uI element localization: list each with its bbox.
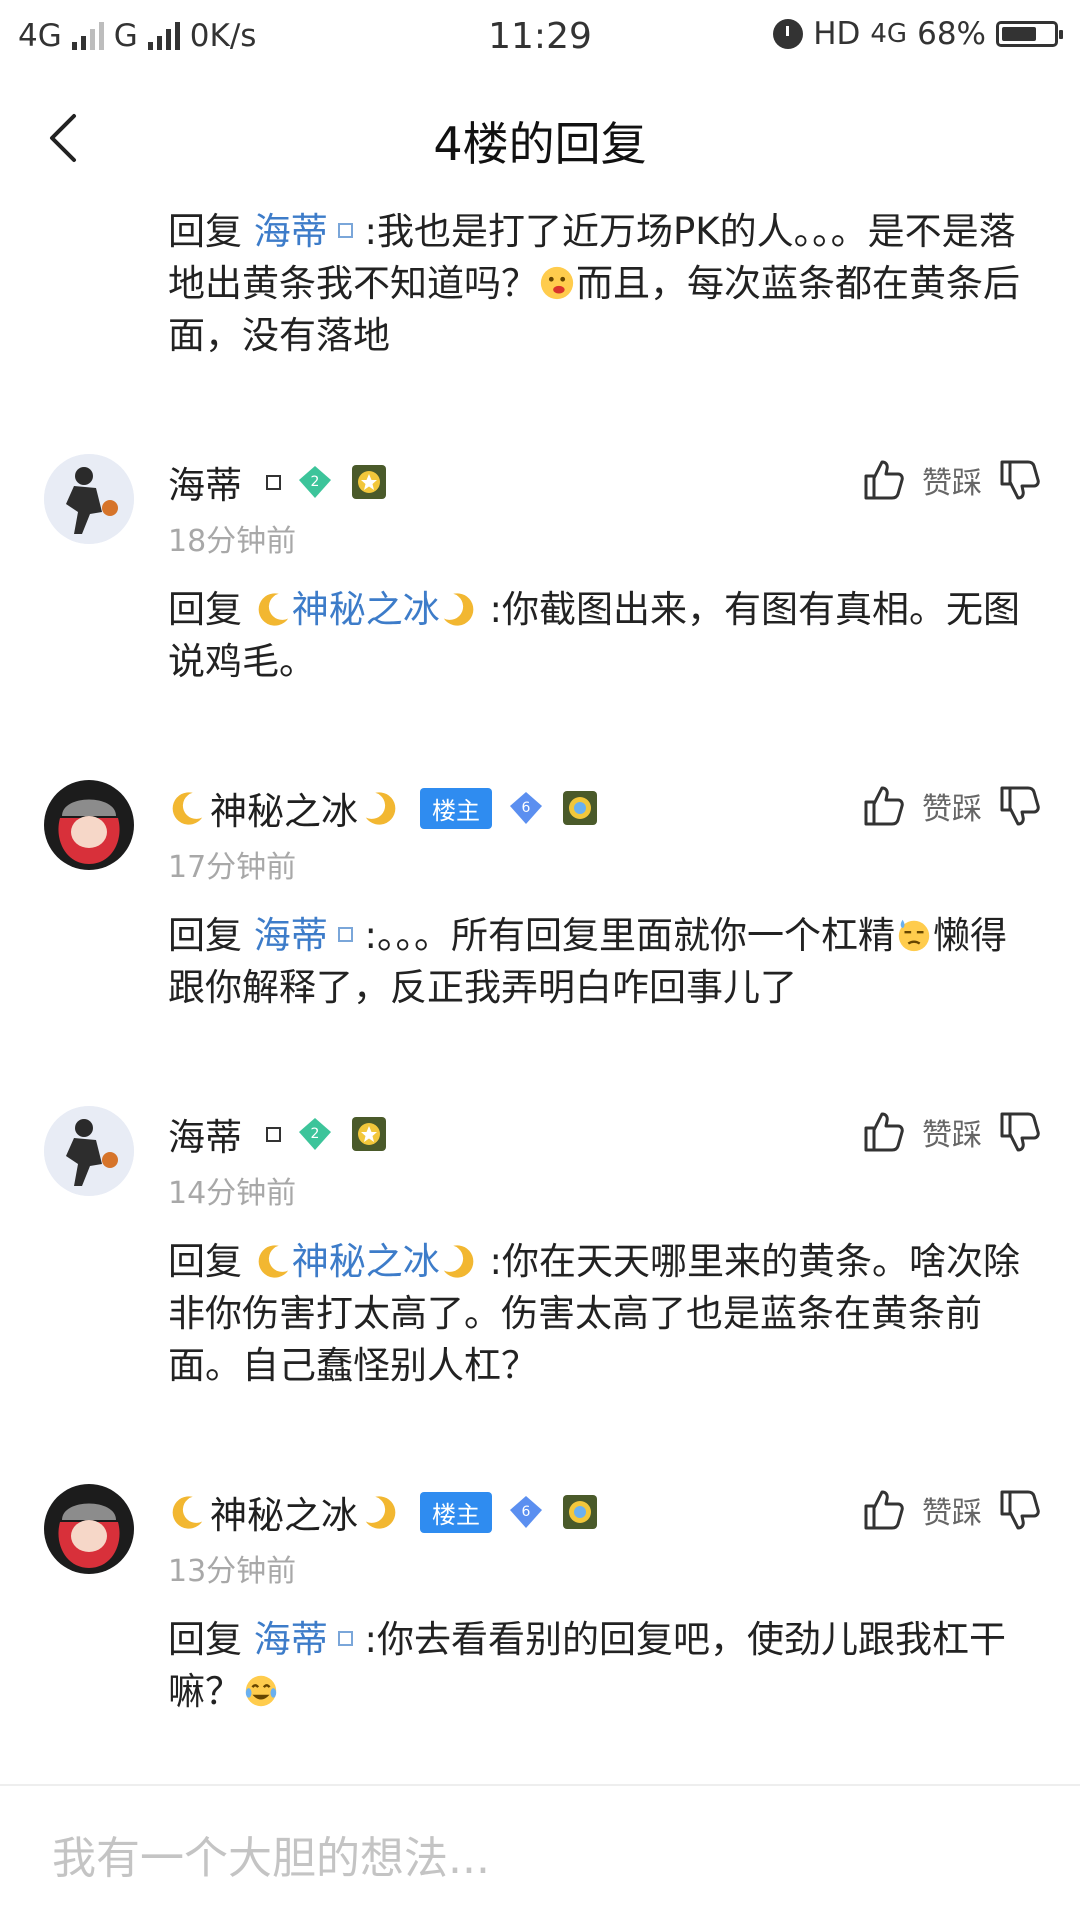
mention-link[interactable]: 神秘之冰 (292, 588, 440, 631)
thumbs-up-icon[interactable] (860, 782, 908, 830)
network-4g-label: 4G (870, 19, 908, 49)
reply-text: 回复 海蒂 :。。。所有回复里面就你一个杠精 懒得跟你解释了，反正我弄明白咋回事儿… (168, 910, 1038, 1014)
reply-prefix: 回复 (168, 914, 254, 957)
status-right: HD 4G 68% (773, 16, 1063, 52)
level-number: 6 (522, 1504, 531, 1520)
moon-icon (365, 792, 396, 825)
reply-list: 回复 海蒂 :我也是打了近万场PK的人。。。是不是落地出黄条我不知道吗？ 而且，每… (0, 206, 1080, 1718)
thumbs-up-icon[interactable] (860, 456, 908, 504)
hd-label: HD (813, 16, 861, 52)
moon-icon (365, 1496, 396, 1529)
medal-icon (352, 1117, 386, 1151)
moon-icon (172, 1496, 203, 1529)
mention-link[interactable]: 神秘之冰 (292, 1240, 440, 1283)
reply-input[interactable]: 我有一个大胆的想法... (52, 1822, 490, 1886)
level-number: 2 (311, 1126, 320, 1142)
username[interactable]: 神秘之冰 (210, 781, 358, 835)
avatar[interactable] (44, 1484, 134, 1574)
thumbs-down-icon[interactable] (996, 1108, 1044, 1156)
username[interactable]: 海蒂 (168, 1107, 242, 1161)
basketball-player-avatar-icon (44, 1106, 134, 1196)
status-bar: 4G G 0K/s 11:29 HD 4G 68% (0, 0, 1080, 72)
mention-link[interactable]: 海蒂 (254, 914, 328, 957)
red-hair-girl-avatar-icon (44, 1484, 134, 1574)
thumbs-up-icon[interactable] (860, 1486, 908, 1534)
timestamp: 18分钟前 (168, 524, 297, 559)
username[interactable]: 神秘之冰 (210, 1485, 358, 1539)
avatar[interactable] (44, 780, 134, 870)
avatar[interactable] (44, 454, 134, 544)
reply-prefix: 回复 (168, 1240, 254, 1283)
comment-item: 神秘之冰 楼主 6 17分钟前 赞踩 回复 海蒂 :。。。所有回复里面就你一个杠… (0, 780, 1080, 1014)
vote-label: 赞踩 (922, 792, 982, 827)
square-icon (266, 1126, 281, 1142)
battery-icon (996, 21, 1063, 47)
comment-item: 神秘之冰 楼主 6 13分钟前 赞踩 回复 海蒂 :你去看看别的回复吧，使劲儿跟… (0, 1484, 1080, 1718)
reply-text: 回复 神秘之冰 :你在天天哪里来的黄条。啥次除非你伤害打太高了。伤害太高了也是蓝… (168, 1236, 1038, 1392)
vote-actions: 赞踩 (860, 1486, 1044, 1534)
vote-actions: 赞踩 (860, 1108, 1044, 1156)
comment-item: 海蒂 2 14分钟前 赞踩 回复 神秘之冰 :你在天天哪里来的黄条。啥次除非你伤… (0, 1106, 1080, 1392)
level-number: 6 (522, 800, 531, 816)
square-icon (266, 474, 281, 490)
vote-actions: 赞踩 (860, 456, 1044, 504)
drooling-emoji-icon (540, 266, 574, 300)
level-gem-icon: 2 (299, 1118, 331, 1150)
moon-icon (172, 792, 203, 825)
thumbs-down-icon[interactable] (996, 782, 1044, 830)
sweat-emoji-icon (898, 919, 930, 952)
floor-reply-text: 回复 海蒂 :我也是打了近万场PK的人。。。是不是落地出黄条我不知道吗？ 而且，每… (168, 206, 1038, 362)
comment-item: 海蒂 2 18分钟前 赞踩 回复 神秘之冰 :你截图出来，有图有真相。无图说鸡毛… (0, 454, 1080, 688)
thumbs-up-icon[interactable] (860, 1108, 908, 1156)
medal-icon (563, 791, 597, 825)
mention-link[interactable]: 海蒂 (254, 210, 328, 253)
username[interactable]: 海蒂 (168, 455, 242, 509)
level-gem-icon: 6 (510, 1496, 542, 1528)
timestamp: 17分钟前 (168, 850, 297, 885)
mention-link[interactable]: 海蒂 (254, 1618, 328, 1661)
medal-icon (563, 1495, 597, 1529)
level-gem-icon: 6 (510, 792, 542, 824)
battery-percent: 68% (917, 16, 986, 52)
level-number: 2 (311, 474, 320, 490)
host-badge: 楼主 (420, 787, 492, 829)
level-gem-icon: 2 (299, 466, 331, 498)
timestamp: 13分钟前 (168, 1554, 297, 1589)
host-badge: 楼主 (420, 1491, 492, 1533)
square-icon (337, 927, 353, 942)
moon-icon (443, 1245, 474, 1278)
reply-text: 回复 神秘之冰 :你截图出来，有图有真相。无图说鸡毛。 (168, 584, 1038, 688)
basketball-player-avatar-icon (44, 454, 134, 544)
medal-icon (352, 465, 386, 499)
timestamp: 14分钟前 (168, 1176, 297, 1211)
reply-body: :。。。所有回复里面就你一个杠精 (352, 914, 895, 957)
avatar[interactable] (44, 1106, 134, 1196)
moon-icon (443, 593, 474, 626)
page-title: 4楼的回复 (433, 117, 647, 171)
alarm-icon (773, 19, 804, 49)
vote-label: 赞踩 (922, 1118, 982, 1153)
reply-input-bar[interactable]: 我有一个大胆的想法... (0, 1784, 1080, 1922)
thumbs-down-icon[interactable] (996, 456, 1044, 504)
thumbs-down-icon[interactable] (996, 1486, 1044, 1534)
reply-text: 回复 海蒂 :你去看看别的回复吧，使劲儿跟我杠干嘛？ (168, 1614, 1038, 1718)
reply-prefix: 回复 (168, 588, 254, 631)
reply-prefix: 回复 (168, 210, 254, 253)
square-icon (337, 1631, 353, 1646)
vote-actions: 赞踩 (860, 782, 1044, 830)
square-icon (337, 223, 353, 238)
moon-icon (258, 593, 288, 626)
red-hair-girl-avatar-icon (44, 780, 134, 870)
reply-prefix: 回复 (168, 1618, 254, 1661)
header: 4楼的回复 (0, 90, 1080, 186)
vote-label: 赞踩 (922, 1496, 982, 1531)
vote-label: 赞踩 (922, 466, 982, 501)
moon-icon (258, 1245, 288, 1278)
tears-of-joy-emoji-icon (245, 1675, 277, 1707)
